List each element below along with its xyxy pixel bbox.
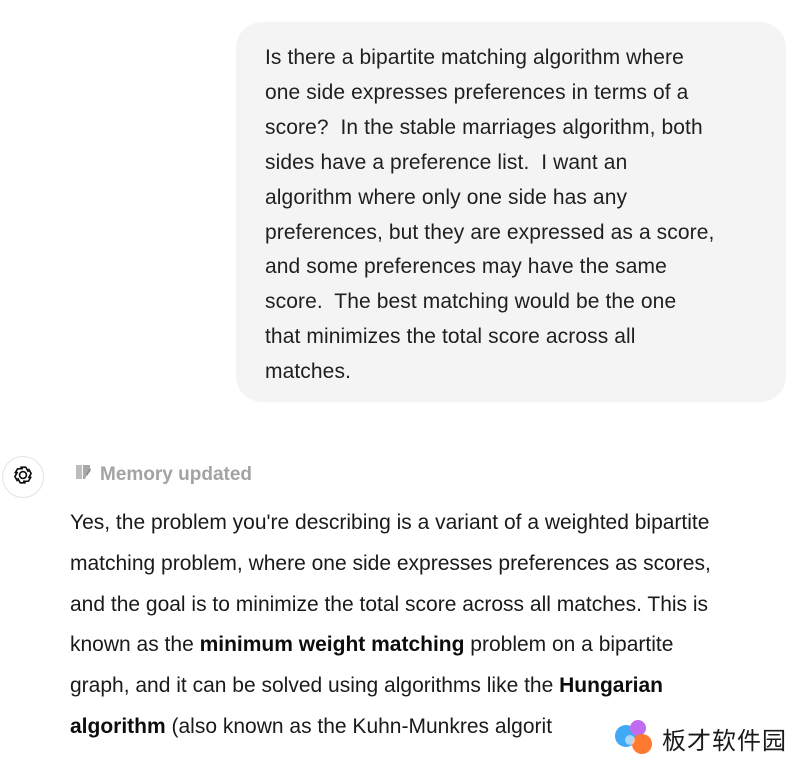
response-line: graph, and it can be solved using algori…: [70, 674, 663, 698]
memory-updated-indicator[interactable]: Memory updated: [74, 462, 252, 488]
user-message-line: score? In the stable marriages algorithm…: [265, 115, 703, 139]
openai-logo-icon: [10, 462, 36, 493]
assistant-response: Yes, the problem you're describing is a …: [70, 503, 790, 748]
user-message-line: algorithm where only one side has any: [265, 185, 628, 209]
memory-pencil-icon: [74, 462, 92, 488]
response-line: and the goal is to minimize the total sc…: [70, 592, 709, 616]
user-message-line: one side expresses preferences in terms …: [265, 80, 689, 104]
user-message-bubble: Is there a bipartite matching algorithm …: [236, 22, 786, 402]
response-line: matching problem, where one side express…: [70, 551, 711, 575]
watermark-logo-icon: [612, 714, 656, 762]
assistant-avatar: [2, 456, 44, 498]
user-message-line: matches.: [265, 360, 351, 384]
bold-term: minimum weight matching: [199, 633, 465, 657]
watermark-text: 板才软件园: [662, 726, 787, 755]
user-message-line: preferences, but they are expressed as a…: [265, 220, 715, 244]
watermark: 板才软件园: [612, 714, 800, 762]
memory-updated-label: Memory updated: [100, 464, 253, 485]
user-message-line: sides have a preference list. I want an: [265, 150, 628, 174]
user-message-line: that minimizes the total score across al…: [265, 325, 636, 349]
user-message-line: and some preferences may have the same: [265, 255, 667, 279]
user-message-line: score. The best matching would be the on…: [265, 290, 677, 314]
response-line: Yes, the problem you're describing is a …: [70, 511, 710, 534]
response-line: known as the minimum weight matching pro…: [70, 633, 674, 657]
bold-term: Hungarian: [559, 674, 663, 698]
bold-term: algorithm: [70, 714, 166, 738]
user-message-line: Is there a bipartite matching algorithm …: [265, 46, 684, 69]
